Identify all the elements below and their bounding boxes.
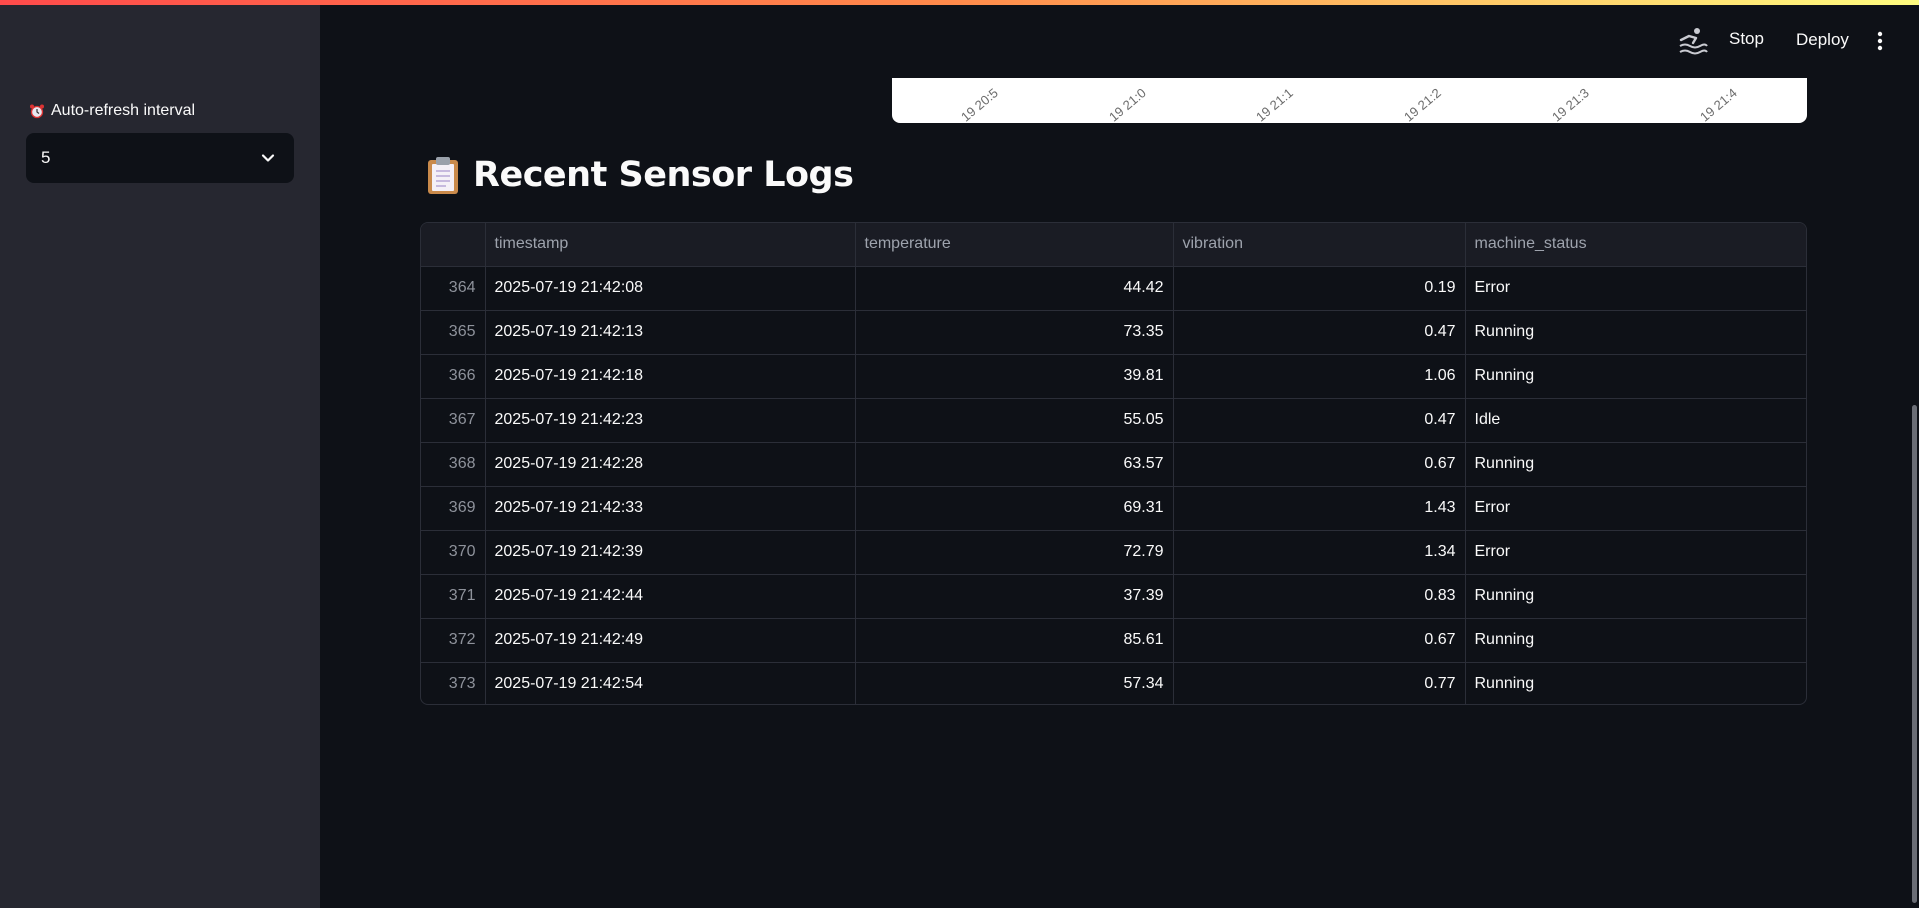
scrollbar-thumb[interactable] [1912,405,1917,903]
kebab-menu-icon[interactable] [1871,28,1889,54]
row-index-cell[interactable]: 368 [421,442,486,487]
temperature-cell[interactable]: 72.79 [855,530,1174,575]
temperature-cell[interactable]: 39.81 [855,354,1174,399]
timestamp-cell[interactable]: 2025-07-19 21:42:49 [485,618,856,663]
row-index-cell[interactable]: 373 [421,662,486,704]
chevron-down-icon [258,148,278,168]
machine-status-cell[interactable]: Error [1465,486,1806,531]
column-header-vibration[interactable]: vibration [1173,223,1466,267]
timestamp-cell[interactable]: 2025-07-19 21:42:54 [485,662,856,704]
chart-x-tick: 19 20:5 [958,85,1001,123]
refresh-interval-label: Auto-refresh interval [29,102,195,120]
vibration-cell[interactable]: 0.77 [1173,662,1466,704]
row-index-cell[interactable]: 371 [421,574,486,619]
timestamp-cell[interactable]: 2025-07-19 21:42:23 [485,398,856,443]
table-row[interactable]: 368 2025-07-19 21:42:28 63.57 0.67 Running [421,442,1806,487]
running-man-icon [1677,26,1709,56]
sidebar: Auto-refresh interval 5 [0,0,320,908]
stop-button[interactable]: Stop [1729,29,1764,49]
temperature-cell[interactable]: 63.57 [855,442,1174,487]
temperature-cell[interactable]: 44.42 [855,266,1174,311]
column-header-machine-status[interactable]: machine_status [1465,223,1806,267]
temperature-cell[interactable]: 37.39 [855,574,1174,619]
refresh-interval-value: 5 [41,148,51,167]
timestamp-cell[interactable]: 2025-07-19 21:42:44 [485,574,856,619]
sensor-log-table[interactable]: timestamp temperature vibration machine_… [420,222,1807,705]
chart-x-tick: 19 21:1 [1253,85,1296,123]
machine-status-cell[interactable]: Running [1465,310,1806,355]
vibration-cell[interactable]: 0.67 [1173,442,1466,487]
machine-status-cell[interactable]: Idle [1465,398,1806,443]
alarm-clock-icon [29,103,45,119]
table-row[interactable]: 370 2025-07-19 21:42:39 72.79 1.34 Error [421,530,1806,575]
temperature-cell[interactable]: 73.35 [855,310,1174,355]
chart-x-tick: 19 21:3 [1549,85,1592,123]
column-header-timestamp[interactable]: timestamp [485,223,856,267]
vibration-cell[interactable]: 1.06 [1173,354,1466,399]
refresh-interval-label-text: Auto-refresh interval [51,102,196,119]
deploy-button[interactable]: Deploy [1796,30,1849,50]
temperature-cell[interactable]: 57.34 [855,662,1174,704]
machine-status-cell[interactable]: Running [1465,662,1806,704]
row-index-cell[interactable]: 369 [421,486,486,531]
vibration-cell[interactable]: 1.34 [1173,530,1466,575]
table-row[interactable]: 364 2025-07-19 21:42:08 44.42 0.19 Error [421,266,1806,311]
table-row[interactable]: 373 2025-07-19 21:42:54 57.34 0.77 Running [421,662,1806,704]
temperature-cell[interactable]: 55.05 [855,398,1174,443]
machine-status-cell[interactable]: Running [1465,354,1806,399]
table-row[interactable]: 365 2025-07-19 21:42:13 73.35 0.47 Running [421,310,1806,355]
row-index-cell[interactable]: 365 [421,310,486,355]
timestamp-cell[interactable]: 2025-07-19 21:42:33 [485,486,856,531]
clipboard-icon [425,155,461,195]
vibration-cell[interactable]: 0.47 [1173,310,1466,355]
table-row[interactable]: 371 2025-07-19 21:42:44 37.39 0.83 Running [421,574,1806,619]
row-index-cell[interactable]: 366 [421,354,486,399]
timestamp-cell[interactable]: 2025-07-19 21:42:18 [485,354,856,399]
column-header-index[interactable] [421,223,486,267]
table-row[interactable]: 372 2025-07-19 21:42:49 85.61 0.67 Running [421,618,1806,663]
row-index-cell[interactable]: 364 [421,266,486,311]
page-title: Recent Sensor Logs [473,155,854,195]
chart-x-tick: 19 21:4 [1697,85,1740,123]
timestamp-cell[interactable]: 2025-07-19 21:42:39 [485,530,856,575]
machine-status-cell[interactable]: Running [1465,442,1806,487]
row-index-cell[interactable]: 370 [421,530,486,575]
vibration-cell[interactable]: 0.67 [1173,618,1466,663]
machine-status-cell[interactable]: Error [1465,266,1806,311]
column-header-temperature[interactable]: temperature [855,223,1174,267]
machine-status-cell[interactable]: Running [1465,574,1806,619]
vibration-cell[interactable]: 0.83 [1173,574,1466,619]
row-index-cell[interactable]: 372 [421,618,486,663]
temperature-cell[interactable]: 85.61 [855,618,1174,663]
machine-status-cell[interactable]: Error [1465,530,1806,575]
top-decoration-bar [0,0,1919,5]
chart-x-tick: 19 21:2 [1401,85,1444,123]
row-index-cell[interactable]: 367 [421,398,486,443]
timestamp-cell[interactable]: 2025-07-19 21:42:08 [485,266,856,311]
table-row[interactable]: 366 2025-07-19 21:42:18 39.81 1.06 Running [421,354,1806,399]
section-heading: Recent Sensor Logs [425,155,854,195]
machine-status-cell[interactable]: Running [1465,618,1806,663]
chart-x-tick: 19 21:0 [1106,85,1149,123]
chart-card: 19 20:5 19 21:0 19 21:1 19 21:2 19 21:3 … [892,78,1807,123]
table-header-row: timestamp temperature vibration machine_… [421,223,1806,267]
timestamp-cell[interactable]: 2025-07-19 21:42:28 [485,442,856,487]
table-row[interactable]: 367 2025-07-19 21:42:23 55.05 0.47 Idle [421,398,1806,443]
table-row[interactable]: 369 2025-07-19 21:42:33 69.31 1.43 Error [421,486,1806,531]
vibration-cell[interactable]: 0.19 [1173,266,1466,311]
refresh-interval-select[interactable]: 5 [26,133,294,183]
vibration-cell[interactable]: 0.47 [1173,398,1466,443]
timestamp-cell[interactable]: 2025-07-19 21:42:13 [485,310,856,355]
temperature-cell[interactable]: 69.31 [855,486,1174,531]
vibration-cell[interactable]: 1.43 [1173,486,1466,531]
